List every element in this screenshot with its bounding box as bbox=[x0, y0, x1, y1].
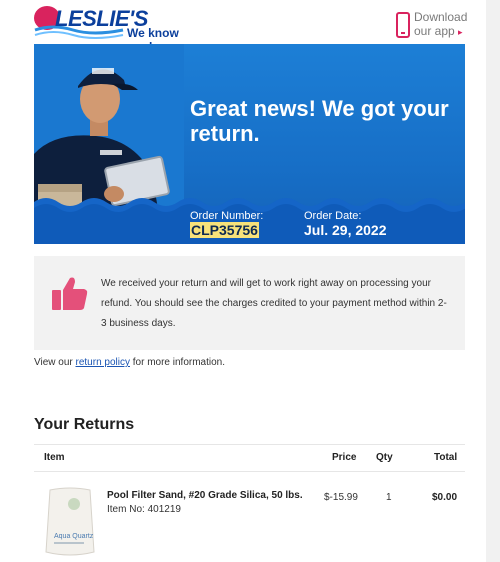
product-bag-label: Aqua Quartz bbox=[54, 533, 94, 540]
product-image[interactable]: Aqua Quartz bbox=[44, 486, 96, 558]
order-date: Jul. 29, 2022 bbox=[304, 222, 387, 238]
download-app-link[interactable]: Download our app ▸ bbox=[396, 10, 486, 40]
download-app-line2: our app bbox=[414, 24, 455, 38]
return-notice: We received your return and will get to … bbox=[34, 256, 465, 350]
order-number-value: CLP35756 bbox=[190, 222, 259, 238]
hero-title: Great news! We got your return. bbox=[190, 96, 449, 146]
column-header-qty: Qty bbox=[376, 452, 393, 463]
thumbs-up-icon bbox=[52, 277, 88, 310]
policy-prefix: View our bbox=[34, 357, 76, 368]
product-total: $0.00 bbox=[432, 492, 458, 503]
policy-text: View our return policy for more informat… bbox=[34, 357, 225, 368]
product-price: $-15.99 bbox=[324, 492, 358, 503]
return-policy-link[interactable]: return policy bbox=[76, 357, 130, 368]
mobile-phone-icon bbox=[396, 12, 410, 38]
order-number-label: Order Number: bbox=[190, 210, 264, 222]
product-name[interactable]: Pool Filter Sand, #20 Grade Silica, 50 l… bbox=[107, 490, 303, 501]
table-divider-top bbox=[34, 444, 465, 445]
policy-suffix: for more information. bbox=[129, 357, 226, 368]
download-app-text: Download our app ▸ bbox=[414, 10, 467, 39]
hero-banner: Great news! We got your return. Order Nu… bbox=[34, 44, 465, 244]
email-page: LESLIE'S We know pools. Download our app… bbox=[0, 0, 486, 562]
return-notice-text: We received your return and will get to … bbox=[101, 278, 447, 329]
column-header-price: Price bbox=[332, 452, 357, 463]
scrollbar[interactable] bbox=[486, 0, 500, 562]
column-header-total: Total bbox=[434, 452, 458, 463]
order-number: CLP35756 bbox=[190, 222, 259, 238]
returns-title: Your Returns bbox=[34, 416, 135, 433]
leslies-logo[interactable]: LESLIE'S We know pools. bbox=[33, 4, 213, 54]
order-date-label: Order Date: bbox=[304, 210, 362, 222]
download-app-line1: Download bbox=[414, 10, 468, 24]
header: LESLIE'S We know pools. Download our app… bbox=[0, 0, 486, 54]
product-qty: 1 bbox=[386, 492, 392, 503]
column-header-item: Item bbox=[44, 452, 65, 463]
arrow-right-icon: ▸ bbox=[458, 27, 463, 37]
table-divider-header bbox=[34, 471, 465, 472]
product-item-number: Item No: 401219 bbox=[107, 504, 181, 515]
